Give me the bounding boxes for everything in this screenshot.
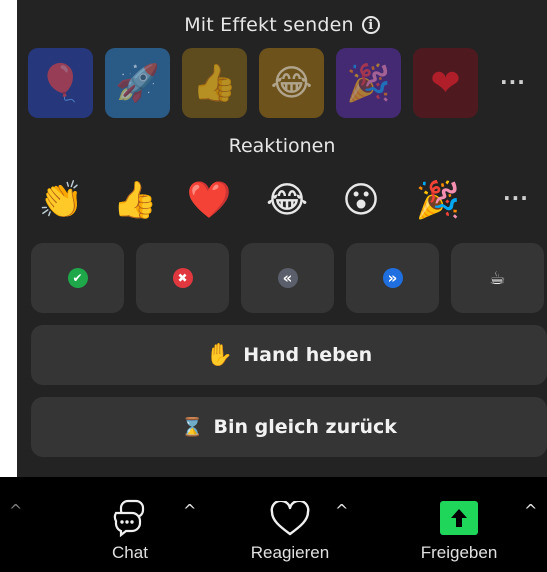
- surprised-face-icon: 😮: [342, 179, 380, 221]
- rocket-icon: 🚀: [115, 63, 160, 104]
- rewind-icon: «: [277, 268, 298, 288]
- tears-of-joy-icon: 😂: [265, 179, 309, 221]
- x-icon: ✖: [172, 268, 193, 288]
- thumbs-up-icon: 👍: [112, 180, 158, 221]
- reactions-title: Reaktionen: [228, 135, 336, 157]
- send-with-effect-header: Mit Effekt senden i: [17, 14, 547, 36]
- hourglass-icon: ⌛: [181, 416, 204, 438]
- coffee-icon: ☕: [489, 267, 506, 289]
- reaction-heart-button[interactable]: ❤️: [179, 172, 239, 228]
- effect-party-button[interactable]: 🎉: [336, 48, 401, 118]
- reaction-party-button[interactable]: 🎉: [408, 172, 468, 228]
- react-button[interactable]: Reagieren: [238, 477, 342, 572]
- chat-icon: [111, 477, 149, 537]
- chat-button[interactable]: Chat: [100, 477, 160, 572]
- share-screen-icon: [440, 501, 478, 535]
- raise-hand-label: Hand heben: [243, 344, 373, 366]
- reactions-panel: Mit Effekt senden i 🎈 🚀 👍 😂 🎉 ❤ ··· Reak…: [17, 0, 547, 477]
- slow-down-button[interactable]: «: [241, 243, 334, 313]
- effect-balloon-button[interactable]: 🎈: [28, 48, 93, 118]
- nonverbal-feedback-row: ✔ ✖ « » ☕: [31, 243, 547, 313]
- yes-button[interactable]: ✔: [31, 243, 124, 313]
- clapping-hands-icon: 👏: [38, 180, 84, 221]
- party-popper-icon: 🎉: [346, 63, 391, 104]
- effect-laughing-button[interactable]: 😂: [259, 48, 324, 118]
- no-button[interactable]: ✖: [136, 243, 229, 313]
- effect-thumbs-up-button[interactable]: 👍: [182, 48, 247, 118]
- heart-icon: ❤️: [186, 180, 232, 221]
- react-options-caret-icon[interactable]: ^: [335, 501, 348, 520]
- react-label: Reagieren: [250, 543, 330, 562]
- raise-hand-button[interactable]: ✋ Hand heben: [31, 325, 547, 385]
- heart-icon: ❤: [430, 62, 461, 104]
- check-icon: ✔: [67, 268, 88, 288]
- chat-options-caret-icon[interactable]: ^: [183, 501, 196, 520]
- share-screen-button[interactable]: Freigeben: [407, 477, 511, 572]
- effects-more-button[interactable]: ···: [500, 70, 526, 94]
- reaction-joy-button[interactable]: 😂: [257, 172, 317, 228]
- coffee-break-button[interactable]: ☕: [451, 243, 544, 313]
- party-popper-icon: 🎉: [415, 180, 461, 221]
- laughing-icon: 😂: [270, 62, 313, 104]
- reaction-surprised-button[interactable]: 😮: [331, 172, 391, 228]
- effects-row: 🎈 🚀 👍 😂 🎉 ❤ ···: [28, 48, 547, 118]
- info-icon[interactable]: i: [361, 16, 380, 34]
- heart-outline-icon: [269, 477, 311, 537]
- effect-rocket-button[interactable]: 🚀: [105, 48, 170, 118]
- send-with-effect-title: Mit Effekt senden: [184, 14, 354, 36]
- chat-label: Chat: [112, 543, 148, 562]
- speed-up-button[interactable]: »: [346, 243, 439, 313]
- reactions-more-button[interactable]: ···: [503, 186, 529, 210]
- effect-heart-button[interactable]: ❤: [413, 48, 478, 118]
- reactions-row: 👏 👍 ❤️ 😂 😮 🎉 ···: [17, 172, 547, 228]
- share-options-caret-icon[interactable]: ^: [524, 501, 537, 520]
- reaction-thumbs-up-button[interactable]: 👍: [105, 172, 165, 228]
- balloon-icon: 🎈: [38, 63, 83, 104]
- be-right-back-label: Bin gleich zurück: [213, 416, 397, 438]
- reaction-clap-button[interactable]: 👏: [31, 172, 91, 228]
- be-right-back-button[interactable]: ⌛ Bin gleich zurück: [31, 397, 547, 457]
- meeting-toolbar: ^ Chat ^ Reagieren ^ Freigeben ^: [0, 477, 547, 572]
- thumbs-up-icon: 👍: [192, 63, 237, 104]
- share-label: Freigeben: [420, 543, 498, 562]
- fast-forward-icon: »: [382, 268, 403, 288]
- raised-hand-icon: ✋: [205, 342, 234, 368]
- partial-caret-icon: ^: [9, 501, 23, 520]
